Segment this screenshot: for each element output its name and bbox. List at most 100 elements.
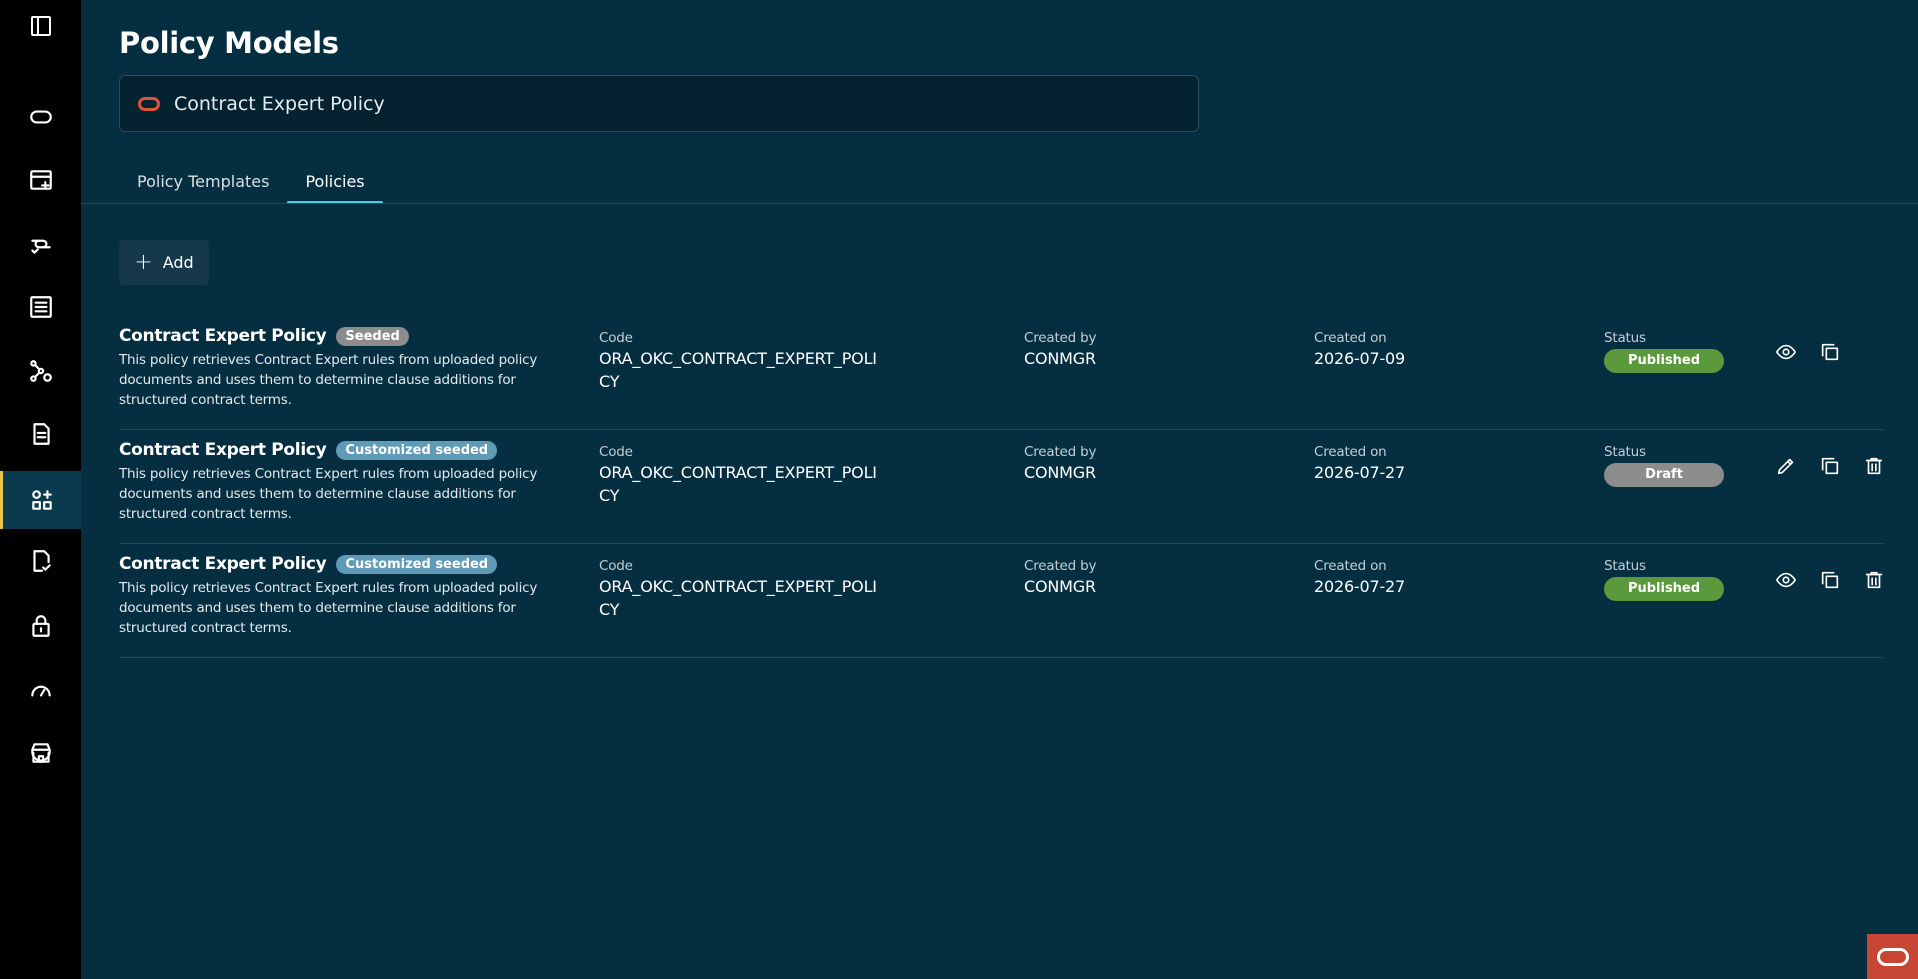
policy-title-line: Contract Expert Policy Customized seeded [119,440,498,460]
created-by-column: Created by CONMGR [1024,330,1096,370]
created-on-value: 2026-07-27 [1314,577,1405,596]
rail-item-links[interactable] [0,218,81,270]
link-check-icon [30,239,51,254]
row-actions [1764,562,1896,598]
apps-add-icon [32,490,52,510]
code-column: Code ORA_OKC_CONTRACT_EXPERT_POLICY [599,330,879,393]
policy-description: This policy retrieves Contract Expert ru… [119,352,538,408]
copy-icon [1821,457,1839,475]
policy-model-selector[interactable]: Contract Expert Policy [119,75,1199,132]
tab-divider [81,203,1918,204]
network-settings-icon [29,360,52,382]
rail-item-documents[interactable] [0,408,81,460]
rail-item-network[interactable] [0,345,81,397]
status-badge: Published [1604,577,1724,601]
created-on-value: 2026-07-09 [1314,349,1405,368]
status-badge: Published [1604,349,1724,373]
rail-item-approvals[interactable] [0,535,81,587]
plus-icon: + [134,249,153,275]
view-button[interactable] [1764,562,1808,598]
status-label: Status [1604,558,1646,574]
table-row: Contract Expert Policy Seeded This polic… [119,316,1883,430]
code-label: Code [599,558,633,574]
created-by-label: Created by [1024,444,1097,460]
created-on-column: Created on 2026-07-09 [1314,330,1405,370]
code-value: ORA_OKC_CONTRACT_EXPERT_POLICY [599,577,877,619]
delete-button[interactable] [1852,562,1896,598]
status-column: Status Published [1604,558,1724,601]
created-by-label: Created by [1024,330,1097,346]
row-actions [1764,334,1852,370]
store-icon [30,743,51,763]
oracle-ring-icon [138,96,160,111]
policy-name[interactable]: Contract Expert Policy [119,440,327,460]
policy-description: This policy retrieves Contract Expert ru… [119,580,538,636]
code-label: Code [599,330,633,346]
table-row: Contract Expert Policy Customized seeded… [119,430,1883,544]
copy-icon [1821,571,1839,589]
created-on-label: Created on [1314,330,1387,346]
created-on-label: Created on [1314,444,1387,460]
row-actions [1764,448,1896,484]
created-on-column: Created on 2026-07-27 [1314,558,1405,598]
eye-icon [1776,572,1796,588]
main-content: Policy Models Contract Expert Policy Pol… [81,0,1918,979]
policy-badge: Customized seeded [336,440,498,460]
tab-policies[interactable]: Policies [287,160,383,204]
rail-item-list[interactable] [0,281,81,333]
status-column: Status Published [1604,330,1724,373]
list-icon [29,296,52,318]
table-row: Contract Expert Policy Customized seeded… [119,544,1883,658]
rail-item-home[interactable] [0,91,81,143]
trash-icon [1865,571,1883,589]
policy-badge: Seeded [336,326,409,346]
tab-policy-templates[interactable]: Policy Templates [119,160,287,204]
add-button[interactable]: + Add [119,240,209,285]
trash-icon [1865,457,1883,475]
code-label: Code [599,444,633,460]
code-column: Code ORA_OKC_CONTRACT_EXPERT_POLICY [599,558,879,621]
policy-description: This policy retrieves Contract Expert ru… [119,466,538,522]
rail-item-calendar-add[interactable] [0,154,81,206]
document-check-icon [32,550,51,572]
oracle-help-button[interactable] [1867,934,1918,979]
edit-button[interactable] [1764,448,1808,484]
status-column: Status Draft [1604,444,1724,487]
rail-item-store[interactable] [0,727,81,779]
copy-icon [1821,343,1839,361]
add-button-label: Add [162,253,194,272]
policy-name[interactable]: Contract Expert Policy [119,554,327,574]
panel-toggle-button[interactable] [0,0,81,52]
created-by-column: Created by CONMGR [1024,444,1096,484]
view-button[interactable] [1764,334,1808,370]
created-on-value: 2026-07-27 [1314,463,1405,482]
document-icon [32,423,50,445]
policy-title-line: Contract Expert Policy Seeded [119,326,409,346]
duplicate-button[interactable] [1808,448,1852,484]
gauge-icon [30,685,51,697]
rail-item-security[interactable] [0,600,81,652]
panel-toggle-icon [30,16,51,36]
policy-name[interactable]: Contract Expert Policy [119,326,327,346]
created-by-value: CONMGR [1024,577,1096,596]
created-on-column: Created on 2026-07-27 [1314,444,1405,484]
policy-badge: Customized seeded [336,554,498,574]
code-column: Code ORA_OKC_CONTRACT_EXPERT_POLICY [599,444,879,507]
left-rail [0,0,81,979]
created-on-label: Created on [1314,558,1387,574]
policy-title-line: Contract Expert Policy Customized seeded [119,554,498,574]
rail-item-policy-models[interactable] [0,471,81,529]
delete-button[interactable] [1852,448,1896,484]
status-label: Status [1604,330,1646,346]
rail-item-monitor[interactable] [0,664,81,716]
calendar-add-icon [29,170,52,190]
duplicate-button[interactable] [1808,334,1852,370]
tab-bar: Policy Templates Policies [119,160,383,204]
created-by-column: Created by CONMGR [1024,558,1096,598]
selector-value: Contract Expert Policy [174,92,385,115]
eye-icon [1776,344,1796,360]
pencil-icon [1777,458,1794,475]
status-label: Status [1604,444,1646,460]
page-title: Policy Models [119,26,339,60]
duplicate-button[interactable] [1808,562,1852,598]
